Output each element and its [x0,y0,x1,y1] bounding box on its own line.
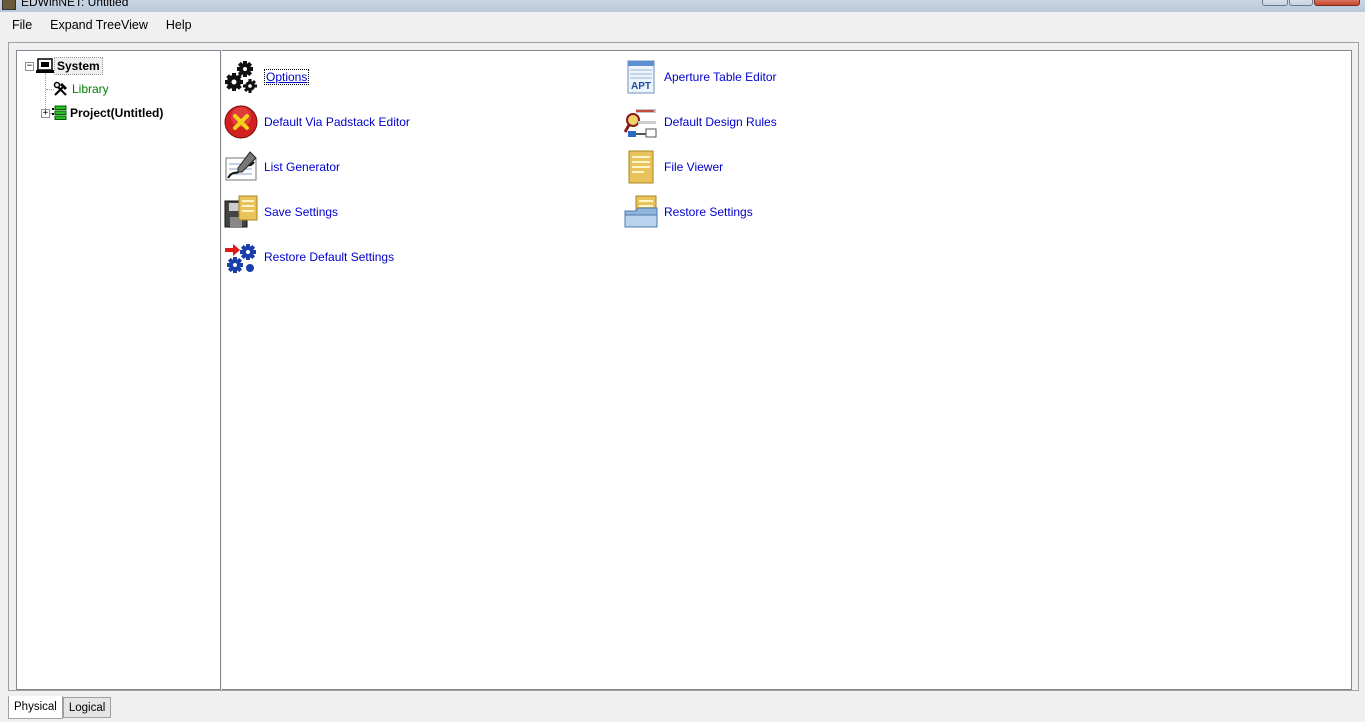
default-via-padstack-editor-command[interactable]: Default Via Padstack Editor [224,105,410,139]
window-title: EDWinNET: Untitled [21,0,129,9]
aperture-icon-text: APT [631,81,651,92]
save-settings-icon [224,195,258,228]
tab-physical-label: Physical [14,701,57,713]
options-command[interactable]: Options [224,60,310,94]
gears-icon [225,61,257,93]
tab-logical[interactable]: Logical [62,697,112,718]
default-via-padstack-editor-label: Default Via Padstack Editor [264,115,410,129]
content-pane: Options APT Aperture Table Editor Defaul… [222,50,1352,690]
minimize-button[interactable] [1262,0,1288,6]
restore-default-icon [225,244,256,273]
list-generator-label: List Generator [264,160,341,174]
tab-logical-label: Logical [68,701,106,714]
menu-bar: File Expand TreeView Help [0,12,1365,38]
tools-icon [53,81,67,96]
app-icon [2,0,16,10]
list-generator-icon [225,151,257,181]
tree-view[interactable]: − System Library + Project(Untitled) [16,50,221,690]
tree-node-library[interactable]: Library [53,80,111,98]
red-x-circle-icon [224,105,258,139]
restore-settings-label: Restore Settings [664,205,753,219]
tree-label-library: Library [72,82,109,96]
restore-settings-command[interactable]: Restore Settings [624,195,753,229]
default-design-rules-command[interactable]: Default Design Rules [624,105,777,139]
tree-expander-expand[interactable]: + [41,108,50,118]
default-design-rules-label: Default Design Rules [664,115,777,129]
save-settings-command[interactable]: Save Settings [224,195,338,229]
file-viewer-label: File Viewer [664,160,724,174]
menu-expand-treeview[interactable]: Expand TreeView [41,18,157,32]
tree-label-system: System [54,57,103,75]
file-viewer-icon [628,150,654,184]
aperture-table-editor-label: Aperture Table Editor [664,70,777,84]
maximize-button[interactable] [1289,0,1313,6]
menu-file[interactable]: File [0,18,41,32]
close-button[interactable] [1314,0,1360,6]
design-rules-icon [624,109,657,138]
aperture-table-editor-command[interactable]: APT Aperture Table Editor [624,60,777,94]
view-tabs: Physical Logical [8,696,112,719]
tree-node-project[interactable]: + Project(Untitled) [41,104,165,122]
file-viewer-command[interactable]: File Viewer [624,150,723,184]
title-bar: EDWinNET: Untitled [0,0,1365,12]
list-generator-command[interactable]: List Generator [224,150,340,184]
restore-settings-icon [624,195,658,228]
system-icon [36,58,54,73]
tree-label-project: Project(Untitled) [70,106,164,120]
restore-default-settings-label: Restore Default Settings [264,250,395,264]
tab-physical[interactable]: Physical [8,696,63,719]
tree-expander-collapse[interactable]: − [25,61,34,71]
restore-default-settings-command[interactable]: Restore Default Settings [224,240,394,274]
options-label: Options [264,69,310,85]
tree-node-system[interactable]: − System [25,57,103,75]
project-stack-icon [52,105,67,120]
save-settings-label: Save Settings [264,205,339,219]
aperture-table-icon: APT [627,60,655,94]
menu-help[interactable]: Help [157,18,201,32]
